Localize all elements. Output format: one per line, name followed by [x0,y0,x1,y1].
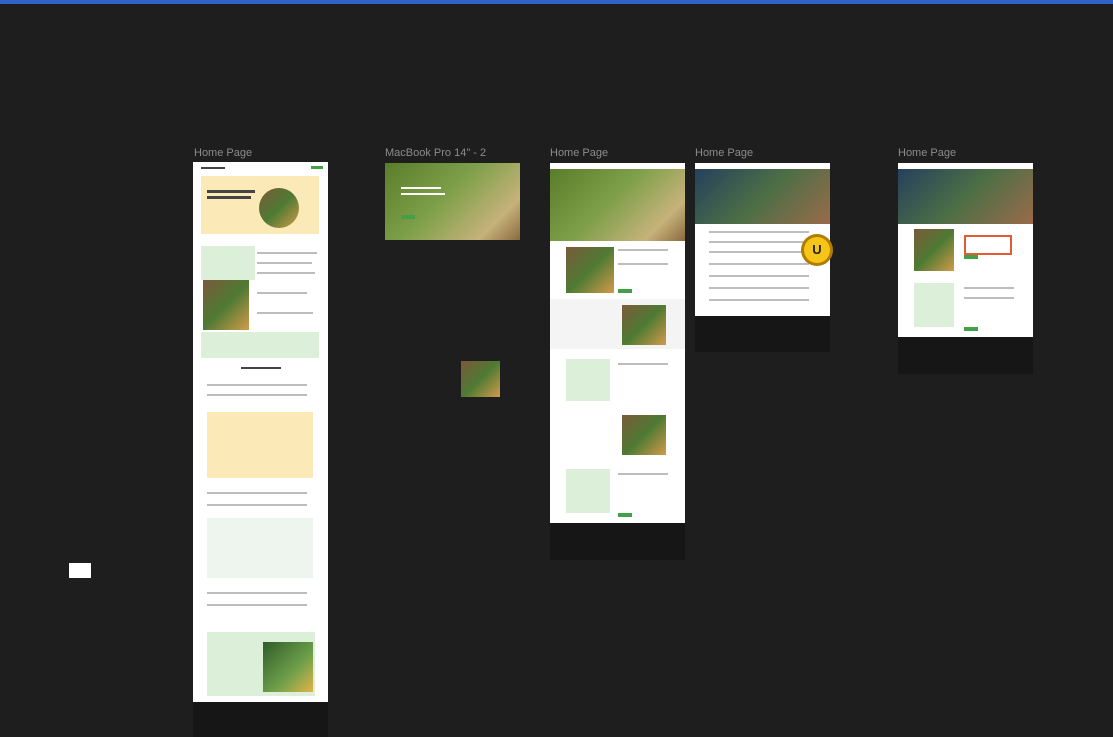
frame-label-home-3[interactable]: Home Page [695,147,753,159]
macbook-cta [401,215,415,219]
hero-heading [207,190,255,193]
macbook-heading-2 [401,193,445,195]
macbook-heading [401,187,441,189]
text [709,231,809,233]
cta [618,513,632,517]
text [257,252,317,254]
text [207,394,307,396]
frame-label-macbook[interactable]: MacBook Pro 14" - 2 [385,147,486,159]
products-heading [241,367,281,369]
text [709,299,809,301]
nav-cta [311,166,323,169]
about-hero-image [695,169,830,224]
hero-image [550,169,685,241]
frame-label-home-2[interactable]: Home Page [550,147,608,159]
hero-heading-2 [207,196,251,199]
text [618,473,668,475]
text [207,384,307,386]
orphan-image[interactable] [461,361,500,397]
macbook-hero-image [385,163,520,240]
text [618,363,668,365]
frame-home-4[interactable] [898,163,1033,337]
orphan-thumbnail[interactable] [69,563,91,578]
nav-logo [201,167,225,169]
section-shape [566,359,610,401]
text [207,504,307,506]
text [618,263,668,265]
frame-home-4-footer [898,337,1033,374]
text [257,262,312,264]
frame-home-2[interactable] [550,163,685,523]
text [709,263,809,265]
frame-home-3-footer [695,316,830,352]
text [207,604,307,606]
frame-home-1[interactable] [193,162,328,702]
cta [964,255,978,259]
farmer-image [203,280,249,330]
dashboard-preview [207,412,313,478]
text [964,297,1014,299]
section-image-2 [622,415,666,455]
text [964,287,1014,289]
text [207,492,307,494]
frame-home-1-footer [193,702,328,737]
info-banner [201,332,319,358]
section-image [622,305,666,345]
frame-home-2-footer [550,523,685,560]
selection-bar [0,0,1113,4]
intro-card [201,246,255,280]
frame-label-home-4[interactable]: Home Page [898,147,956,159]
highlighted-text-box[interactable] [964,235,1012,255]
map-image [263,642,313,692]
cta [964,327,978,331]
gallery-image [566,247,614,293]
text [618,249,668,251]
cta [618,289,632,293]
text [257,312,313,314]
hero-tractor-image [259,188,299,228]
section-image [914,229,954,271]
user-avatar-badge[interactable]: U [804,237,830,263]
text [709,251,809,253]
frame-macbook[interactable] [385,163,520,240]
text [709,275,809,277]
software-preview [207,518,313,578]
text [257,272,315,274]
hero-image [898,169,1033,224]
section-shape-2 [566,469,610,513]
frame-label-home-1[interactable]: Home Page [194,147,252,159]
text [709,287,809,289]
text [207,592,307,594]
section-shape [914,283,954,327]
text [257,292,307,294]
text [709,241,809,243]
